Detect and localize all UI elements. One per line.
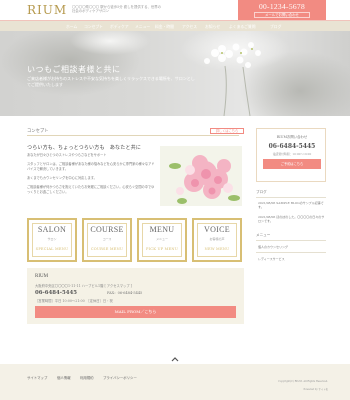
- site-footer: サイトマップ 個人情報 利用規約 プライバシーポリシー Copyright(C)…: [0, 364, 350, 400]
- menu-card-tagline: PICK UP MENU: [146, 247, 178, 251]
- concept-more-button[interactable]: 詳しくはこちら: [210, 128, 244, 134]
- sidebar-menu-heading: メニュー: [256, 233, 271, 237]
- site-header: RIUM 〇〇〇〇県〇〇〇 駅から徒歩5分 癒しを提供する、世界の社会のボディケ…: [0, 0, 350, 20]
- header-contact-box: 00-1234-5678 メールでお問い合わせ: [238, 0, 326, 20]
- menu-card-voice[interactable]: VOICE お客様の声 NEW MENU: [192, 218, 242, 262]
- nav-item-price[interactable]: 料金・時間: [155, 24, 174, 30]
- footer-link-policy[interactable]: プライバシーポリシー: [103, 375, 137, 380]
- concept-paragraph: ご相談者様が何かつらさを抱えていたらお気軽にご相談ください。心安らぐ空間の中でゆ…: [27, 185, 155, 194]
- concept-section-title: コンセプト: [27, 129, 49, 134]
- menu-card-tagline: NEW MENU: [204, 247, 230, 251]
- shop-fax: FAX：06-6484-5445: [107, 291, 143, 295]
- sidebar-menu-item[interactable]: レディースサービス: [258, 257, 326, 261]
- nav-item-blog[interactable]: ブログ: [270, 24, 281, 30]
- menu-card-title: COURSE: [90, 225, 124, 234]
- shop-name: RIUM: [35, 274, 49, 279]
- nav-item-bodycare[interactable]: ボディケア: [110, 24, 129, 30]
- menu-card-salon[interactable]: SALON サロン SPECIAL MENU: [27, 218, 77, 262]
- footer-powered-by[interactable]: Powered by サイト名: [258, 387, 328, 391]
- nav-item-menu[interactable]: メニュー: [135, 24, 150, 30]
- concept-headline: つらい方も、ちょっとつらい方も あなたと共に: [27, 145, 142, 151]
- section-divider: [27, 135, 239, 136]
- menu-card-tagline: COURSE MENU: [90, 247, 124, 251]
- menu-card-title: SALON: [37, 225, 67, 234]
- concept-paragraph: あなたが日々ひとつのストレスやつらさなどをサポート: [27, 153, 107, 157]
- menu-card-title: MENU: [149, 225, 175, 234]
- menu-card-subtitle-jp: サロン: [47, 237, 57, 241]
- concept-flower-image: [160, 146, 242, 206]
- nav-item-concept[interactable]: コンセプト: [84, 24, 103, 30]
- menu-card-subtitle-jp: お客様の声: [209, 237, 225, 241]
- header-phone-number[interactable]: 00-1234-5678: [238, 2, 326, 11]
- sidebar-blog-item[interactable]: 2021/08/06 SAMPLE BLOGのサンプル記事です。: [258, 201, 326, 209]
- footer-link-privacy[interactable]: 個人情報: [57, 375, 71, 380]
- header-tagline: 〇〇〇〇県〇〇〇 駅から徒歩5分 癒しを提供する、世界の社会のボディケアサロン: [72, 5, 162, 14]
- sidebar-divider: [256, 252, 326, 253]
- sidebar-mail-button[interactable]: ご予約はこちら: [263, 159, 321, 169]
- main-nav: ホーム コンセプト ボディケア メニュー 料金・時間 アクセス お知らせ よくあ…: [0, 20, 350, 31]
- footer-link-terms[interactable]: 利用規約: [80, 375, 94, 380]
- shop-address: 大阪府中央区〇〇〇〇1-11-11 ハーブビル1階 [ アクセスマップ ]: [35, 284, 132, 288]
- sidebar-contact-box: RIUMお問い合わせ 06-6484-5445 電話受付時間：10:00～19:…: [256, 128, 326, 182]
- nav-item-news[interactable]: お知らせ: [205, 24, 220, 30]
- sidebar-blog-item[interactable]: 2021/08/06 ほのぼのした。〇〇〇〇の日々のサロンです。: [258, 215, 326, 223]
- sidebar-hours: 電話受付時間：10:00～19:00: [272, 152, 312, 156]
- concept-paragraph: スタッフとサロンは、ご相談者様があなた様の悩みなどを心安らかに専門家の様々なアド…: [27, 162, 155, 171]
- shop-phone[interactable]: 06-6484-5445: [35, 290, 77, 296]
- menu-card-title: VOICE: [204, 225, 230, 234]
- header-mail-button[interactable]: メールでお問い合わせ: [254, 12, 310, 18]
- sidebar-divider: [256, 197, 326, 198]
- nav-item-home[interactable]: ホーム: [66, 24, 77, 30]
- shop-info-box: RIUM 大阪府中央区〇〇〇〇1-11-11 ハーブビル1階 [ アクセスマップ…: [27, 268, 244, 324]
- shop-mail-button[interactable]: MAIL FROM／こちら: [35, 306, 236, 318]
- menu-card-course[interactable]: COURSE コース COURSE MENU: [82, 218, 132, 262]
- site-logo[interactable]: RIUM: [27, 3, 67, 17]
- hero-subtitle: ご来店者様がお持ちのストレスや不安な気持ちを楽しくリラックスできる場所を、サロン…: [27, 76, 195, 87]
- menu-card-subtitle-jp: コース: [102, 237, 112, 241]
- sidebar-menu-item[interactable]: 個人のカウンセリング: [258, 245, 326, 249]
- hero-banner: いつもご相談者様と共に ご来店者様がお持ちのストレスや不安な気持ちを楽しくリラッ…: [0, 31, 350, 116]
- sidebar-phone[interactable]: 06-6484-5445: [257, 143, 327, 150]
- footer-copyright: Copyright(C) RIUM. All Rights Reserved.: [278, 380, 328, 383]
- sidebar-blog-heading: ブログ: [256, 190, 267, 194]
- footer-link-sitemap[interactable]: サイトマップ: [27, 375, 47, 380]
- menu-card-subtitle-jp: メニュー: [155, 237, 168, 241]
- shop-hours: ［営業時間］平日 10:00～21:00 ［定休日］日・祝: [35, 299, 113, 303]
- nav-item-access[interactable]: アクセス: [182, 24, 197, 30]
- sidebar-contact-title: RIUMお問い合わせ: [276, 135, 308, 139]
- menu-card-menu[interactable]: MENU メニュー PICK UP MENU: [137, 218, 187, 262]
- nav-item-faq[interactable]: よくあるご質問: [229, 24, 256, 30]
- concept-paragraph: あくまでもカウンセリングを中心に対応します。: [27, 176, 97, 180]
- hero-title: いつもご相談者様と共に: [27, 65, 121, 74]
- sidebar-divider: [256, 240, 326, 241]
- page-top-icon[interactable]: [171, 355, 179, 363]
- menu-card-tagline: SPECIAL MENU: [35, 247, 69, 251]
